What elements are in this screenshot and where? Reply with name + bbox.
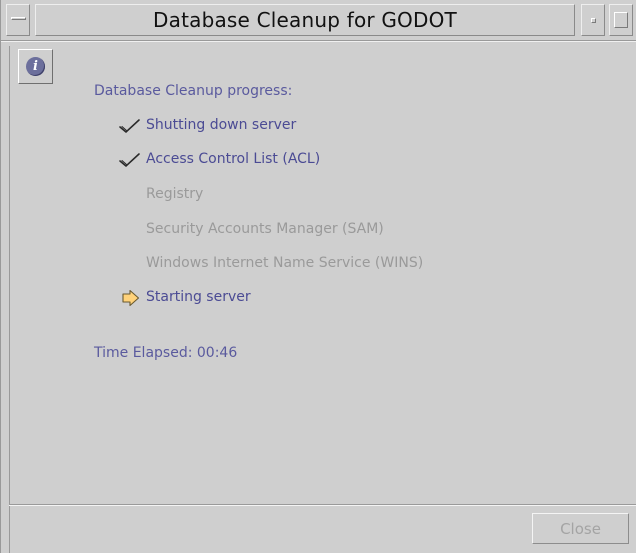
- time-elapsed: Time Elapsed: 00:46: [94, 345, 238, 361]
- close-button[interactable]: Close: [532, 513, 629, 544]
- window-left-border: [1, 46, 10, 553]
- maximize-icon: [614, 12, 628, 28]
- arrow-right-icon: [122, 289, 140, 307]
- minimize-button[interactable]: [581, 4, 605, 36]
- title-bar[interactable]: Database Cleanup for GODOT: [1, 0, 636, 46]
- step-wins: Windows Internet Name Service (WINS): [146, 255, 424, 271]
- step-security-accounts-manager: Security Accounts Manager (SAM): [146, 221, 384, 237]
- minimize-icon: [591, 18, 596, 23]
- step-access-control-list: Access Control List (ACL): [146, 151, 321, 167]
- window-menu-icon: [11, 17, 26, 20]
- maximize-button[interactable]: [609, 4, 633, 36]
- progress-heading: Database Cleanup progress:: [94, 83, 293, 99]
- dialog-window: Database Cleanup for GODOT i Database Cl…: [0, 0, 636, 553]
- window-menu-button[interactable]: [6, 4, 30, 36]
- step-starting-server: Starting server: [146, 289, 251, 305]
- step-shutting-down-server: Shutting down server: [146, 117, 297, 133]
- title-area[interactable]: Database Cleanup for GODOT: [35, 4, 575, 36]
- info-button[interactable]: i: [18, 49, 53, 84]
- title-divider: [1, 40, 636, 42]
- info-icon: i: [26, 57, 45, 76]
- footer-divider: [9, 504, 636, 506]
- check-icon: [119, 119, 140, 133]
- window-title: Database Cleanup for GODOT: [153, 8, 457, 32]
- step-registry: Registry: [146, 186, 204, 202]
- check-icon: [119, 153, 140, 167]
